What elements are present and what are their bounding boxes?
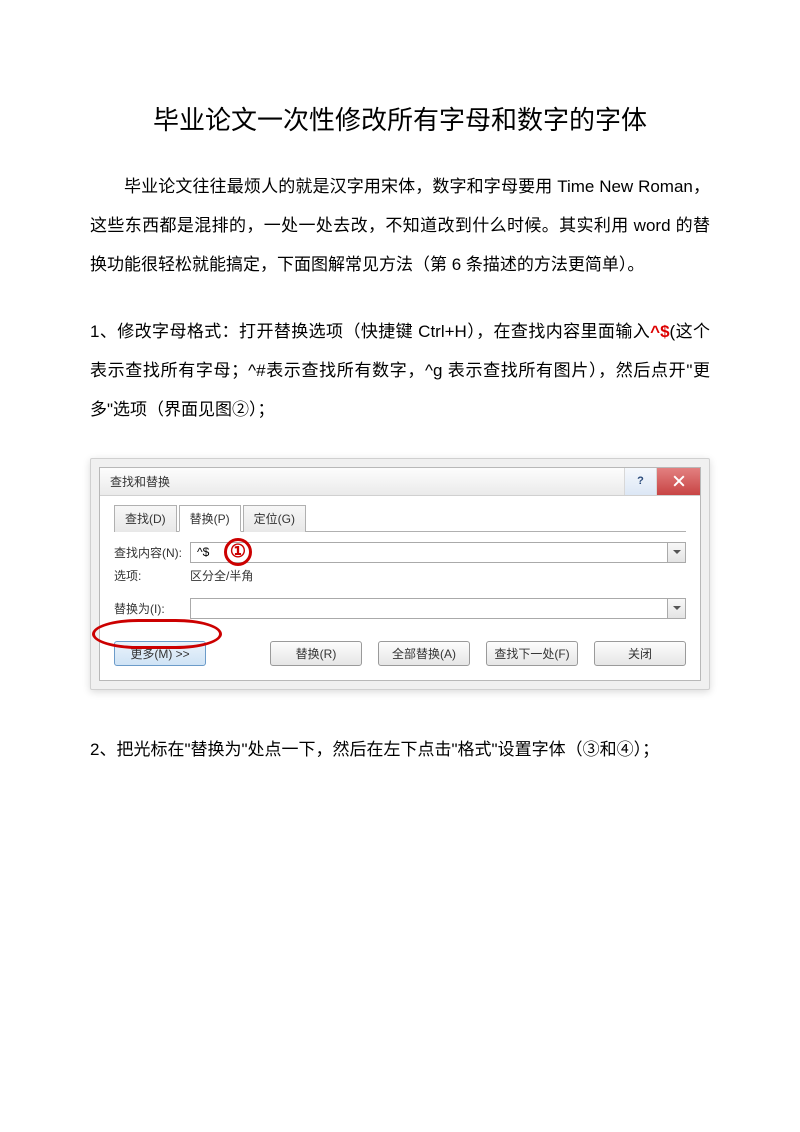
dialog-button-row: 更多(M) >> 替换(R) 全部替换(A) 查找下一处(F) 关闭 (114, 623, 686, 666)
step-1-paragraph: 1、修改字母格式：打开替换选项（快捷键 Ctrl+H），在查找内容里面输入^$(… (90, 312, 710, 429)
step-1-prefix: 1、修改字母格式：打开替换选项（快捷键 Ctrl+H），在查找内容里面输入 (90, 322, 650, 341)
replace-row: 替换为(I): (114, 598, 686, 619)
replace-all-button[interactable]: 全部替换(A) (378, 641, 470, 666)
page-title: 毕业论文一次性修改所有字母和数字的字体 (90, 100, 710, 137)
tab-replace[interactable]: 替换(P) (179, 505, 241, 532)
find-label: 查找内容(N): (114, 544, 190, 561)
find-replace-dialog: 查找和替换 ? 查找(D) 替换(P) 定位(G) 查找内容(N): (90, 458, 710, 690)
dialog-titlebar: 查找和替换 ? (100, 468, 700, 496)
options-value: 区分全/半角 (190, 567, 253, 584)
step-1-code: ^$ (650, 322, 669, 341)
highlight-ellipse-more (92, 619, 222, 649)
tab-goto[interactable]: 定位(G) (243, 505, 306, 532)
close-window-button[interactable] (656, 468, 700, 495)
find-input-combo[interactable] (190, 542, 686, 563)
callout-circle-1: ① (224, 538, 252, 566)
replace-dropdown-button[interactable] (667, 599, 685, 618)
step-2-paragraph: 2、把光标在"替换为"处点一下，然后在左下点击"格式"设置字体（③和④）； (90, 730, 710, 769)
tab-find[interactable]: 查找(D) (114, 505, 177, 532)
replace-label: 替换为(I): (114, 600, 190, 617)
replace-input-combo[interactable] (190, 598, 686, 619)
options-label: 选项: (114, 567, 190, 584)
close-icon (673, 475, 685, 487)
find-next-button[interactable]: 查找下一处(F) (486, 641, 578, 666)
help-button[interactable]: ? (624, 468, 656, 495)
intro-paragraph: 毕业论文往往最烦人的就是汉字用宋体，数字和字母要用 Time New Roman… (90, 167, 710, 284)
options-row: 选项: 区分全/半角 (114, 567, 686, 584)
replace-button[interactable]: 替换(R) (270, 641, 362, 666)
close-button[interactable]: 关闭 (594, 641, 686, 666)
dialog-tabs: 查找(D) 替换(P) 定位(G) (114, 504, 686, 532)
find-dropdown-button[interactable] (667, 543, 685, 562)
find-input[interactable] (191, 543, 667, 562)
dialog-title: 查找和替换 (110, 473, 170, 490)
replace-input[interactable] (191, 599, 667, 618)
find-row: 查找内容(N): ① (114, 542, 686, 563)
